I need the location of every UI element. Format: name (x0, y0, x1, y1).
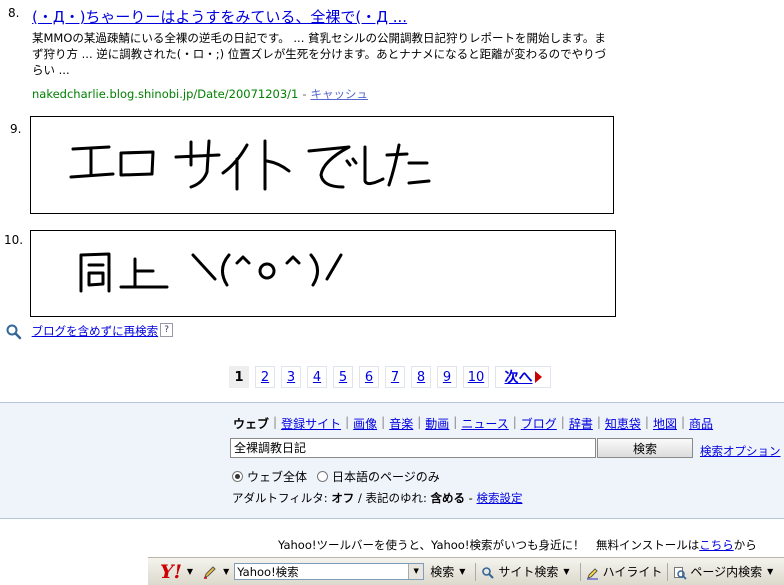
chevron-down-icon[interactable]: ▼ (408, 564, 424, 579)
search-options-link[interactable]: 検索オプション (700, 443, 781, 459)
page-search-button[interactable]: ページ内検索 (673, 563, 762, 580)
result-url: nakedcharlie.blog.shinobi.jp/Date/200712… (32, 87, 299, 101)
tab-web: ウェブ (233, 417, 270, 431)
chevron-down-icon[interactable]: ▼ (459, 567, 465, 576)
page-search-icon (674, 566, 687, 580)
promo-text: Yahoo!ツールバーを使うと、Yahoo!検索がいつも身近に！ 無料インストー… (278, 538, 700, 552)
result-title-link[interactable]: (・Д・)ちゃーりーはようすをみている、全裸で(・Д ... (32, 6, 407, 27)
bottom-search-panel: ウェブ | 登録サイト | 画像 | 音楽 | 動画 | ニュース | ブログ | 辞書 | 知… (0, 402, 784, 519)
toolbar-search-button[interactable]: 検索 (430, 563, 454, 580)
next-page-link[interactable]: 次へ (495, 366, 551, 388)
chevron-down-icon[interactable]: ▼ (767, 567, 773, 576)
radio-japanese-only-label: 日本語のページのみ (332, 470, 440, 484)
chevron-down-icon[interactable]: ▼ (563, 567, 569, 576)
tab-video[interactable]: 動画 (425, 415, 449, 432)
page-current: 1 (229, 366, 249, 388)
adult-filter-value: オフ (331, 491, 355, 505)
highlight-label: ハイライト (602, 565, 663, 579)
next-arrow-icon (534, 371, 542, 383)
variant-value: 含める (430, 491, 466, 505)
search-input[interactable]: 全裸調教日記 (230, 438, 596, 458)
result-number: 8. (8, 6, 20, 20)
language-radio-group: ウェブ全体 日本語のページのみ (232, 468, 450, 485)
page-search-label: ページ内検索 (690, 565, 763, 579)
handwritten-annotation-box (30, 116, 614, 214)
highlight-button[interactable]: ハイライト (586, 563, 663, 580)
result-number: 10. (4, 233, 24, 247)
cache-link[interactable]: キャッシュ (311, 87, 369, 101)
page-link-10[interactable]: 10 (463, 366, 489, 388)
pagination: 1 2 3 4 5 6 7 8 9 10 次へ (229, 366, 557, 390)
tab-dictionary[interactable]: 辞書 (569, 415, 593, 432)
search-vertical-tabs: ウェブ | 登録サイト | 画像 | 音楽 | 動画 | ニュース | ブログ | 辞書 | 知… (233, 415, 714, 432)
chevron-down-icon[interactable]: ▼ (223, 567, 229, 576)
yahoo-logo[interactable]: Y! (160, 561, 182, 583)
toolbar-search-input[interactable]: Yahoo!検索 ▼ (234, 563, 425, 580)
handwritten-annotation-box (30, 230, 616, 317)
page-link-4[interactable]: 4 (307, 366, 327, 388)
promo-suffix: から (733, 538, 757, 552)
tab-directory[interactable]: 登録サイト (281, 415, 341, 432)
help-icon[interactable]: ? (160, 323, 174, 337)
pencil-icon[interactable] (202, 564, 218, 580)
tab-map[interactable]: 地図 (653, 415, 677, 432)
page-link-3[interactable]: 3 (281, 366, 301, 388)
radio-japanese-only[interactable] (317, 471, 329, 482)
page-link-7[interactable]: 7 (385, 366, 405, 388)
toolbar-promo: Yahoo!ツールバーを使うと、Yahoo!検索がいつも身近に！ 無料インストー… (278, 537, 757, 553)
tab-blog[interactable]: ブログ (521, 415, 557, 432)
handwriting-drawing (79, 252, 343, 293)
magnifier-icon (6, 324, 22, 339)
site-search-label: サイト検索 (498, 565, 559, 579)
search-settings-link[interactable]: 検索設定 (477, 491, 523, 505)
tab-shopping[interactable]: 商品 (689, 415, 713, 432)
page-link-6[interactable]: 6 (359, 366, 379, 388)
promo-install-link[interactable]: こちら (699, 538, 734, 552)
page-link-8[interactable]: 8 (411, 366, 431, 388)
tab-chiebukuro[interactable]: 知恵袋 (605, 415, 641, 432)
tab-images[interactable]: 画像 (353, 415, 377, 432)
yahoo-browser-toolbar: Y! ▼ ▼ Yahoo!検索 ▼ 検索 ▼ サイト検索 ▼ ハイライト ページ… (148, 557, 784, 585)
site-search-button[interactable]: サイト検索 (481, 563, 558, 580)
chevron-down-icon[interactable]: ▼ (187, 567, 193, 576)
next-label: 次へ (504, 370, 533, 386)
re-search-row: ブログを含めずに再検索? (6, 323, 174, 340)
radio-web-all[interactable] (232, 471, 243, 482)
handwriting-drawing (69, 139, 431, 191)
tab-music[interactable]: 音楽 (389, 415, 413, 432)
page-link-5[interactable]: 5 (333, 366, 353, 388)
toolbar-search-value: Yahoo!検索 (237, 565, 299, 579)
page-link-2[interactable]: 2 (255, 366, 275, 388)
re-search-without-blogs-link[interactable]: ブログを含めずに再検索 (32, 324, 159, 338)
highlighter-icon (586, 567, 598, 580)
settings-separator: - (465, 491, 477, 505)
url-separator: - (302, 87, 307, 101)
variant-label: / 表記のゆれ: (354, 491, 431, 505)
result-snippet: 某MMOの某過疎鯖にいる全裸の逆毛の日記です。 ... 貧乳セシルの公開調教日記… (32, 31, 607, 77)
filter-line: アダルトフィルタ: オフ / 表記のゆれ: 含める - 検索設定 (232, 490, 523, 506)
adult-filter-label: アダルトフィルタ: (232, 491, 332, 505)
radio-web-all-label: ウェブ全体 (247, 470, 308, 484)
page-link-9[interactable]: 9 (437, 366, 457, 388)
result-number: 9. (10, 122, 22, 136)
search-button[interactable]: 検索 (597, 438, 693, 458)
site-search-icon (482, 566, 495, 579)
result-url-line: nakedcharlie.blog.shinobi.jp/Date/200712… (32, 86, 368, 102)
tab-news[interactable]: ニュース (461, 415, 508, 432)
